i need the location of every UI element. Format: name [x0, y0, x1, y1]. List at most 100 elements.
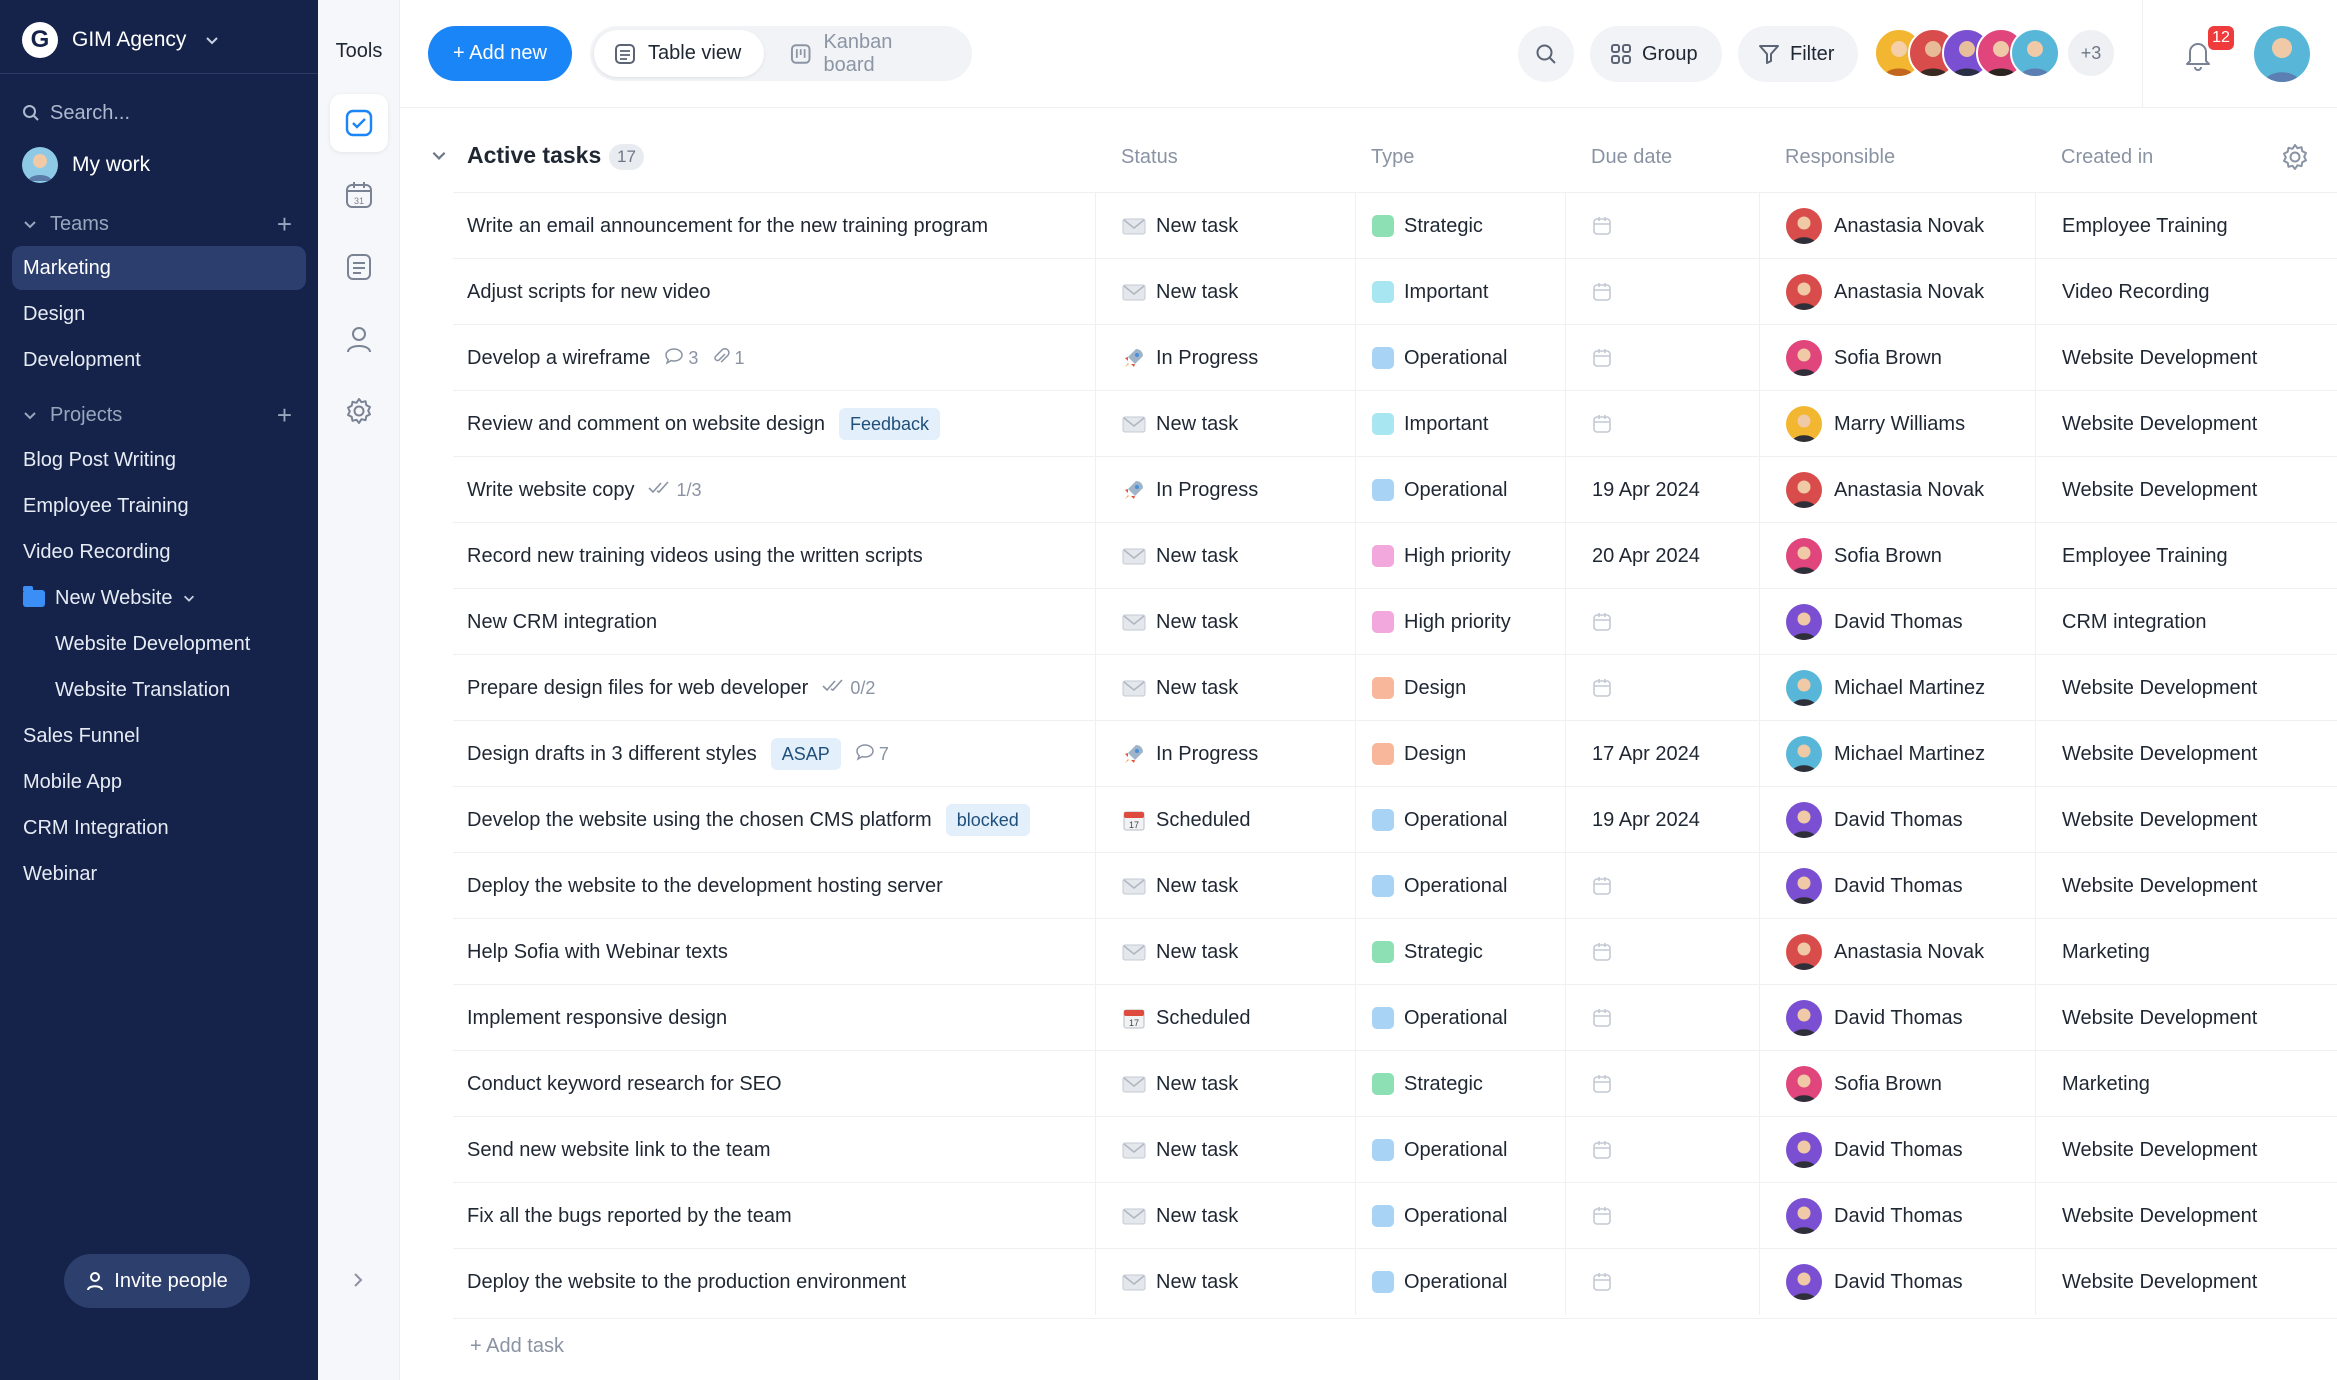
status-cell[interactable]: New task: [1095, 919, 1345, 985]
task-name[interactable]: Record new training videos using the wri…: [467, 545, 923, 568]
responsible-cell[interactable]: Sofia Brown: [1759, 1051, 2035, 1117]
status-cell[interactable]: In Progress: [1095, 325, 1345, 391]
created-in-cell[interactable]: Website Development: [2035, 391, 2311, 457]
responsible-cell[interactable]: David Thomas: [1759, 1249, 2035, 1315]
created-in-cell[interactable]: CRM integration: [2035, 589, 2311, 655]
type-cell[interactable]: Operational: [1355, 1249, 1575, 1315]
created-in-cell[interactable]: Website Development: [2035, 1117, 2311, 1183]
table-row[interactable]: Prepare design files for web developer 0/…: [453, 654, 2337, 721]
created-in-cell[interactable]: Employee Training: [2035, 193, 2311, 259]
add-project-icon[interactable]: +: [277, 402, 292, 428]
due-date[interactable]: 19 Apr 2024: [1592, 479, 1700, 502]
calendar-icon[interactable]: [1592, 1206, 1612, 1226]
responsible-cell[interactable]: Anastasia Novak: [1759, 457, 2035, 523]
status-cell[interactable]: New task: [1095, 1051, 1345, 1117]
gear-icon[interactable]: [2280, 142, 2310, 172]
sidebar-item-mobile-app[interactable]: Mobile App: [12, 760, 306, 804]
table-row[interactable]: Write website copy 1/3 In Progress Operatio…: [453, 456, 2337, 523]
due-date-cell[interactable]: 19 Apr 2024: [1565, 457, 1759, 523]
calendar-icon[interactable]: [1592, 612, 1612, 632]
table-row[interactable]: Write an email announcement for the new …: [453, 192, 2337, 259]
due-date[interactable]: 20 Apr 2024: [1592, 545, 1700, 568]
status-cell[interactable]: New task: [1095, 1117, 1345, 1183]
task-tag[interactable]: ASAP: [770, 738, 841, 770]
table-row[interactable]: Fix all the bugs reported by the team New…: [453, 1182, 2337, 1249]
due-date-cell[interactable]: [1565, 325, 1759, 391]
responsible-cell[interactable]: Michael Martinez: [1759, 721, 2035, 787]
created-in-cell[interactable]: Website Development: [2035, 655, 2311, 721]
user-avatar[interactable]: [2254, 26, 2310, 82]
calendar-icon[interactable]: [1592, 942, 1612, 962]
task-name[interactable]: Develop a wireframe: [467, 347, 650, 370]
calendar-icon[interactable]: [1592, 1008, 1612, 1028]
responsible-cell[interactable]: Anastasia Novak: [1759, 919, 2035, 985]
sidebar-item-design[interactable]: Design: [12, 292, 306, 336]
sidebar-item-employee-training[interactable]: Employee Training: [12, 484, 306, 528]
comments-indicator[interactable]: 3: [664, 346, 698, 371]
subtask-progress[interactable]: 0/2: [822, 677, 875, 700]
type-cell[interactable]: Operational: [1355, 325, 1575, 391]
due-date-cell[interactable]: 20 Apr 2024: [1565, 523, 1759, 589]
created-in-cell[interactable]: Website Development: [2035, 721, 2311, 787]
task-name[interactable]: Deploy the website to the development ho…: [467, 875, 943, 898]
my-work-link[interactable]: My work: [22, 146, 150, 184]
sidebar-item-website-translation[interactable]: Website Translation: [12, 668, 306, 712]
type-cell[interactable]: High priority: [1355, 589, 1575, 655]
task-name[interactable]: Design drafts in 3 different styles: [467, 743, 757, 766]
responsible-cell[interactable]: David Thomas: [1759, 1117, 2035, 1183]
sidebar-item-new-website[interactable]: New Website: [12, 576, 306, 620]
sidebar-item-marketing[interactable]: Marketing: [12, 246, 306, 290]
task-name[interactable]: Deploy the website to the production env…: [467, 1271, 906, 1294]
responsible-cell[interactable]: David Thomas: [1759, 985, 2035, 1051]
calendar-icon[interactable]: [1592, 1272, 1612, 1292]
chevron-right-icon[interactable]: [348, 1270, 368, 1290]
status-cell[interactable]: New task: [1095, 853, 1345, 919]
task-name[interactable]: Write an email announcement for the new …: [467, 215, 988, 238]
responsible-cell[interactable]: Anastasia Novak: [1759, 259, 2035, 325]
tasks-tool[interactable]: [330, 94, 388, 152]
status-cell[interactable]: 17 Scheduled: [1095, 985, 1345, 1051]
calendar-icon[interactable]: [1592, 678, 1612, 698]
search-button[interactable]: [1518, 26, 1574, 82]
task-name[interactable]: New CRM integration: [467, 611, 657, 634]
tab-table-view[interactable]: Table view: [594, 30, 764, 77]
created-in-cell[interactable]: Marketing: [2035, 919, 2311, 985]
due-date-cell[interactable]: [1565, 1183, 1759, 1249]
task-name[interactable]: Implement responsive design: [467, 1007, 727, 1030]
responsible-cell[interactable]: Michael Martinez: [1759, 655, 2035, 721]
type-cell[interactable]: Operational: [1355, 457, 1575, 523]
due-date-cell[interactable]: [1565, 919, 1759, 985]
calendar-tool[interactable]: 31: [330, 166, 388, 224]
created-in-cell[interactable]: Website Development: [2035, 325, 2311, 391]
type-cell[interactable]: Design: [1355, 655, 1575, 721]
notes-tool[interactable]: [330, 238, 388, 296]
type-cell[interactable]: Operational: [1355, 787, 1575, 853]
table-row[interactable]: New CRM integration New task High priority…: [453, 588, 2337, 655]
type-cell[interactable]: Design: [1355, 721, 1575, 787]
table-row[interactable]: Record new training videos using the wri…: [453, 522, 2337, 589]
responsible-cell[interactable]: David Thomas: [1759, 787, 2035, 853]
due-date-cell[interactable]: [1565, 589, 1759, 655]
table-row[interactable]: Develop the website using the chosen CMS…: [453, 786, 2337, 853]
type-cell[interactable]: Operational: [1355, 985, 1575, 1051]
created-in-cell[interactable]: Website Development: [2035, 457, 2311, 523]
due-date-cell[interactable]: [1565, 853, 1759, 919]
invite-people-button[interactable]: Invite people: [64, 1254, 250, 1308]
more-members-badge[interactable]: +3: [2068, 30, 2114, 76]
add-new-button[interactable]: + Add new: [428, 26, 572, 81]
workspace-switcher[interactable]: G GIM Agency: [22, 20, 220, 60]
filter-button[interactable]: Filter: [1738, 26, 1858, 82]
type-cell[interactable]: Strategic: [1355, 1051, 1575, 1117]
sidebar-item-crm-integration[interactable]: CRM Integration: [12, 806, 306, 850]
teams-header[interactable]: Teams +: [22, 209, 292, 239]
status-cell[interactable]: New task: [1095, 655, 1345, 721]
due-date-cell[interactable]: [1565, 193, 1759, 259]
people-tool[interactable]: [330, 310, 388, 368]
group-button[interactable]: Group: [1590, 26, 1722, 82]
status-cell[interactable]: In Progress: [1095, 721, 1345, 787]
add-task-button[interactable]: + Add task: [470, 1335, 564, 1358]
created-in-cell[interactable]: Employee Training: [2035, 523, 2311, 589]
calendar-icon[interactable]: [1592, 1140, 1612, 1160]
sidebar-item-development[interactable]: Development: [12, 338, 306, 382]
status-cell[interactable]: New task: [1095, 391, 1345, 457]
